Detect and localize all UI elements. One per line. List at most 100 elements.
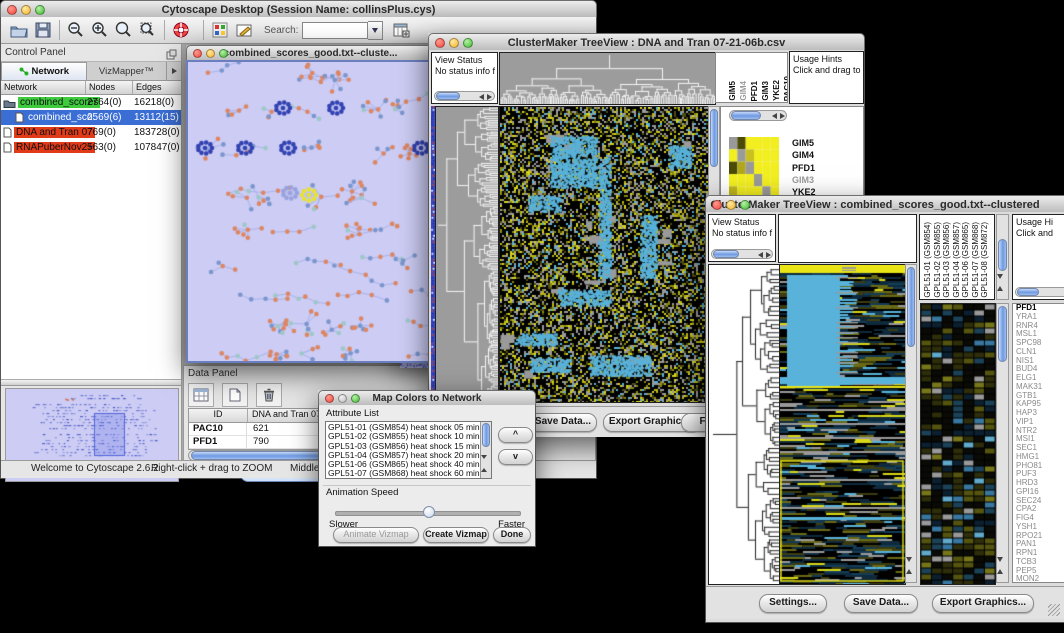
tv1-zoom-row-label[interactable]: GIM5: [792, 137, 820, 149]
tv2-collabel-vscroll[interactable]: [996, 214, 1009, 300]
tv1-column-dendrogram[interactable]: [499, 52, 716, 105]
zoom-fit-icon[interactable]: [112, 19, 136, 41]
tv2-hints-hscroll[interactable]: [1015, 287, 1064, 297]
zoom-window-icon[interactable]: [740, 200, 750, 210]
tv1-save-data-button[interactable]: Save Data...: [529, 413, 597, 432]
network-list-row[interactable]: RNAPuberNov2+563(0)107847(0): [1, 140, 181, 155]
network-tree-area[interactable]: [1, 157, 181, 380]
tv2-zoom-vscroll[interactable]: [996, 303, 1009, 583]
help-lifering-icon[interactable]: [169, 19, 193, 41]
tv2-column-label[interactable]: GPL51-03 (GSM856): [942, 222, 951, 298]
tv2-column-label[interactable]: GPL51-08 (GSM872): [980, 222, 989, 298]
cell-id: PFD1: [189, 436, 247, 448]
create-vizmap-button[interactable]: Create Vizmap: [423, 527, 489, 543]
close-icon[interactable]: [712, 200, 722, 210]
tv2-column-dendrogram-area[interactable]: [778, 214, 917, 263]
tv1-zoom-row-label[interactable]: GIM3: [792, 174, 820, 186]
network-list-row[interactable]: DNA and Tran 07769(0)183728(0): [1, 125, 181, 140]
network1-canvas[interactable]: [188, 62, 433, 361]
column-header-nodes[interactable]: Nodes: [86, 81, 133, 95]
toolbar-separator: [164, 20, 165, 40]
tv2-settings-button[interactable]: Settings...: [759, 594, 827, 613]
zoom-selected-icon[interactable]: [136, 19, 160, 41]
column-header-network[interactable]: Network: [1, 81, 86, 95]
tv1-usage-hints: Usage HintsClick and drag to: [789, 51, 864, 104]
tv1-column-label[interactable]: PFD1: [750, 81, 759, 101]
close-icon[interactable]: [325, 394, 334, 403]
animation-speed-slider[interactable]: [335, 506, 521, 518]
animate-vizmap-button[interactable]: Animate Vizmap: [333, 527, 419, 543]
treeview2-window: ClusterMaker TreeView : combined_scores_…: [705, 195, 1064, 623]
minimize-icon[interactable]: [206, 49, 215, 58]
network-list-row[interactable]: combined_scores2764(0)16218(0): [1, 95, 181, 110]
minimize-icon[interactable]: [338, 394, 347, 403]
search-dropdown-button[interactable]: [368, 21, 383, 40]
done-button[interactable]: Done: [493, 527, 531, 543]
tv2-column-label[interactable]: GPL51-04 (GSM857): [952, 222, 961, 298]
tab-network[interactable]: Network: [1, 62, 87, 80]
attribute-browser-icon[interactable]: [389, 19, 413, 41]
control-panel: Control Panel Network VizMapper™ Network: [1, 44, 182, 461]
tv2-column-label[interactable]: GPL51-02 (GSM855): [933, 222, 942, 298]
tv2-export-graphics-button[interactable]: Export Graphics...: [932, 594, 1034, 613]
tv2-save-data-button[interactable]: Save Data...: [844, 594, 918, 613]
tv2-heatmap[interactable]: [779, 264, 906, 585]
attribute-listbox[interactable]: GPL51-01 (GSM854) heat shock 05 minGPL51…: [325, 421, 492, 479]
zoom-in-icon[interactable]: [88, 19, 112, 41]
search-input[interactable]: [302, 22, 368, 39]
zoom-window-icon[interactable]: [219, 49, 228, 58]
close-icon[interactable]: [7, 5, 17, 15]
gene-label[interactable]: MON2: [1013, 575, 1064, 583]
close-icon[interactable]: [435, 38, 445, 48]
tv1-row-dendrogram[interactable]: [435, 106, 499, 403]
tv1-column-label[interactable]: GIM3: [761, 81, 770, 101]
tv2-zoom-heatmap[interactable]: [920, 303, 996, 585]
status-hint-zoom: Right-click + drag to ZOOM: [151, 463, 272, 474]
new-attribute-icon[interactable]: [222, 383, 248, 407]
minimize-icon[interactable]: [449, 38, 459, 48]
resize-grip[interactable]: [1048, 604, 1060, 616]
zoom-window-icon[interactable]: [463, 38, 473, 48]
minimize-icon[interactable]: [726, 200, 736, 210]
tv2-heatmap-vscroll[interactable]: [905, 264, 917, 583]
network-list-row[interactable]: combined_sco2569(6)13112(15): [1, 110, 181, 125]
tv1-zoom-row-label[interactable]: PFD1: [792, 162, 820, 174]
vizmapper-icon[interactable]: [208, 19, 232, 41]
zoom-window-icon[interactable]: [35, 5, 45, 15]
tv1-column-label[interactable]: YKE2: [772, 80, 781, 101]
attribute-list-vscroll[interactable]: [480, 422, 491, 478]
attribute-select-icon[interactable]: [188, 383, 214, 407]
network-edges: 107847(0): [134, 142, 180, 153]
tv1-zoom-hscroll[interactable]: [729, 110, 787, 121]
tv1-zoom-row-label[interactable]: GIM4: [792, 149, 820, 161]
tab-vizmapper[interactable]: VizMapper™: [87, 62, 167, 80]
tv1-column-label[interactable]: PAC10: [783, 76, 787, 101]
panel-divider[interactable]: [1, 380, 181, 386]
open-session-icon[interactable]: [7, 19, 31, 41]
tv1-column-label[interactable]: GIM4: [739, 81, 748, 101]
save-session-icon[interactable]: [31, 19, 55, 41]
zoom-window-icon[interactable]: [351, 394, 360, 403]
tv2-column-label[interactable]: GPL51-07 (GSM868): [971, 222, 980, 298]
move-down-button[interactable]: v: [498, 449, 533, 465]
zoom-out-icon[interactable]: [64, 19, 88, 41]
move-up-button[interactable]: ^: [498, 427, 533, 443]
tv1-status-hscroll[interactable]: [434, 91, 495, 101]
close-icon[interactable]: [193, 49, 202, 58]
tv2-row-dendrogram[interactable]: [708, 264, 780, 585]
column-header-edges[interactable]: Edges: [133, 81, 181, 95]
tv2-status-hscroll[interactable]: [711, 249, 773, 259]
tv1-column-label[interactable]: GIM5: [728, 81, 737, 101]
attribute-list-item[interactable]: GPL51-07 (GSM868) heat shock 60 min: [328, 469, 489, 478]
column-header-id[interactable]: ID: [189, 409, 248, 422]
chevron-right-icon: [172, 68, 177, 74]
delete-attribute-icon[interactable]: [256, 383, 282, 407]
treeview1-title: ClusterMaker TreeView : DNA and Tran 07-…: [429, 37, 864, 49]
annotation-icon[interactable]: [232, 19, 256, 41]
minimize-icon[interactable]: [21, 5, 31, 15]
tv2-column-label[interactable]: GPL51-01 (GSM854): [923, 222, 932, 298]
tv1-heatmap[interactable]: [499, 106, 709, 403]
tab-overflow-button[interactable]: [166, 62, 181, 80]
slider-thumb[interactable]: [423, 506, 435, 518]
tv2-column-label[interactable]: GPL51-06 (GSM865): [961, 222, 970, 298]
